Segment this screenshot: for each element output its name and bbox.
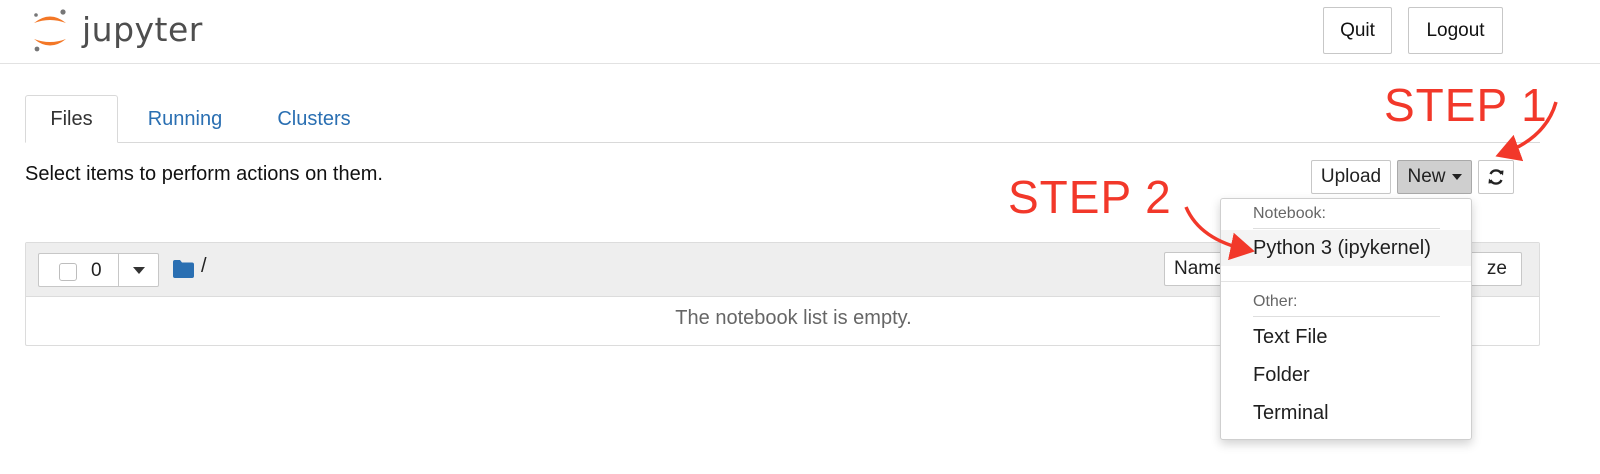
step2-arrow bbox=[1184, 206, 1255, 261]
step1-arrow bbox=[1495, 101, 1558, 162]
annotation-arrows bbox=[1184, 101, 1558, 261]
